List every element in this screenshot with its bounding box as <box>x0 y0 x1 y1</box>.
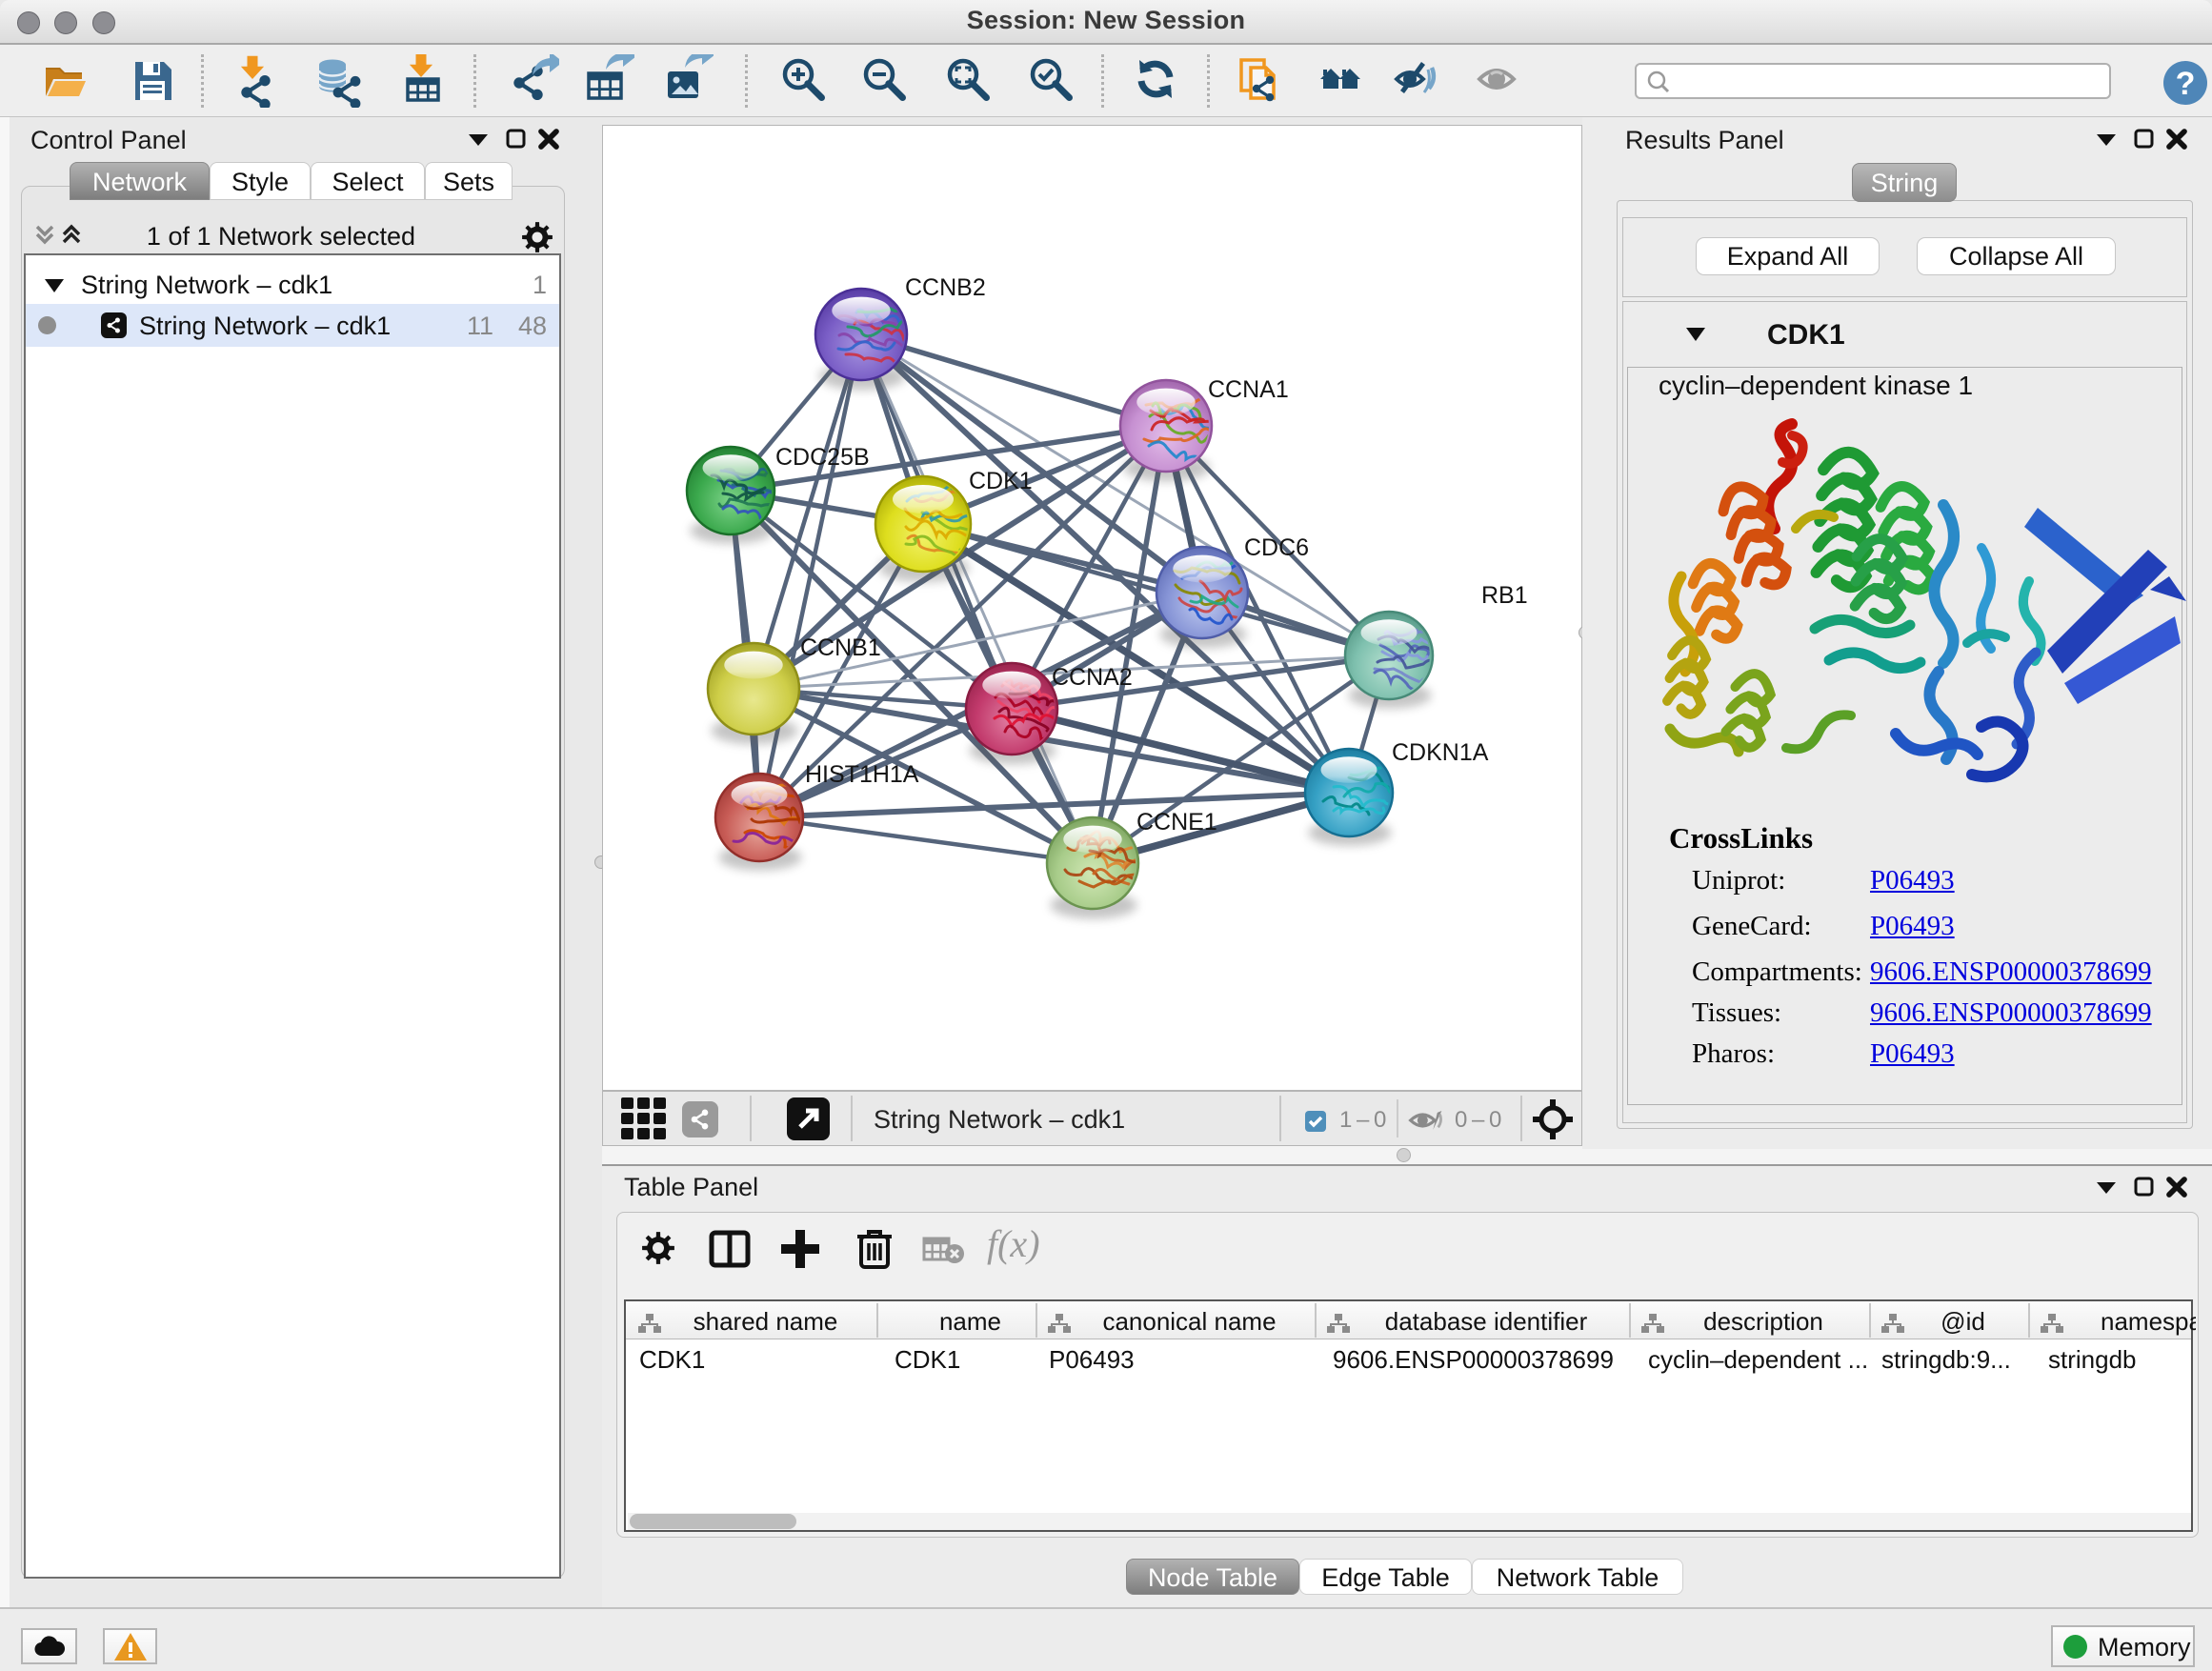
svg-text:CCNB2: CCNB2 <box>905 274 986 301</box>
svg-text:CDC6: CDC6 <box>1244 534 1309 561</box>
svg-text:CDK1: CDK1 <box>969 468 1033 494</box>
svg-text:HIST1H1A: HIST1H1A <box>805 761 919 788</box>
svg-text:CCNA2: CCNA2 <box>1052 664 1133 691</box>
svg-text:CCNB1: CCNB1 <box>800 634 881 661</box>
svg-text:RB1: RB1 <box>1481 582 1528 609</box>
svg-text:CDC25B: CDC25B <box>775 444 870 471</box>
svg-text:CDKN1A: CDKN1A <box>1392 739 1489 766</box>
svg-text:CCNA1: CCNA1 <box>1208 376 1289 403</box>
svg-text:CCNE1: CCNE1 <box>1136 809 1217 836</box>
svg-text:?: ? <box>2176 66 2196 102</box>
